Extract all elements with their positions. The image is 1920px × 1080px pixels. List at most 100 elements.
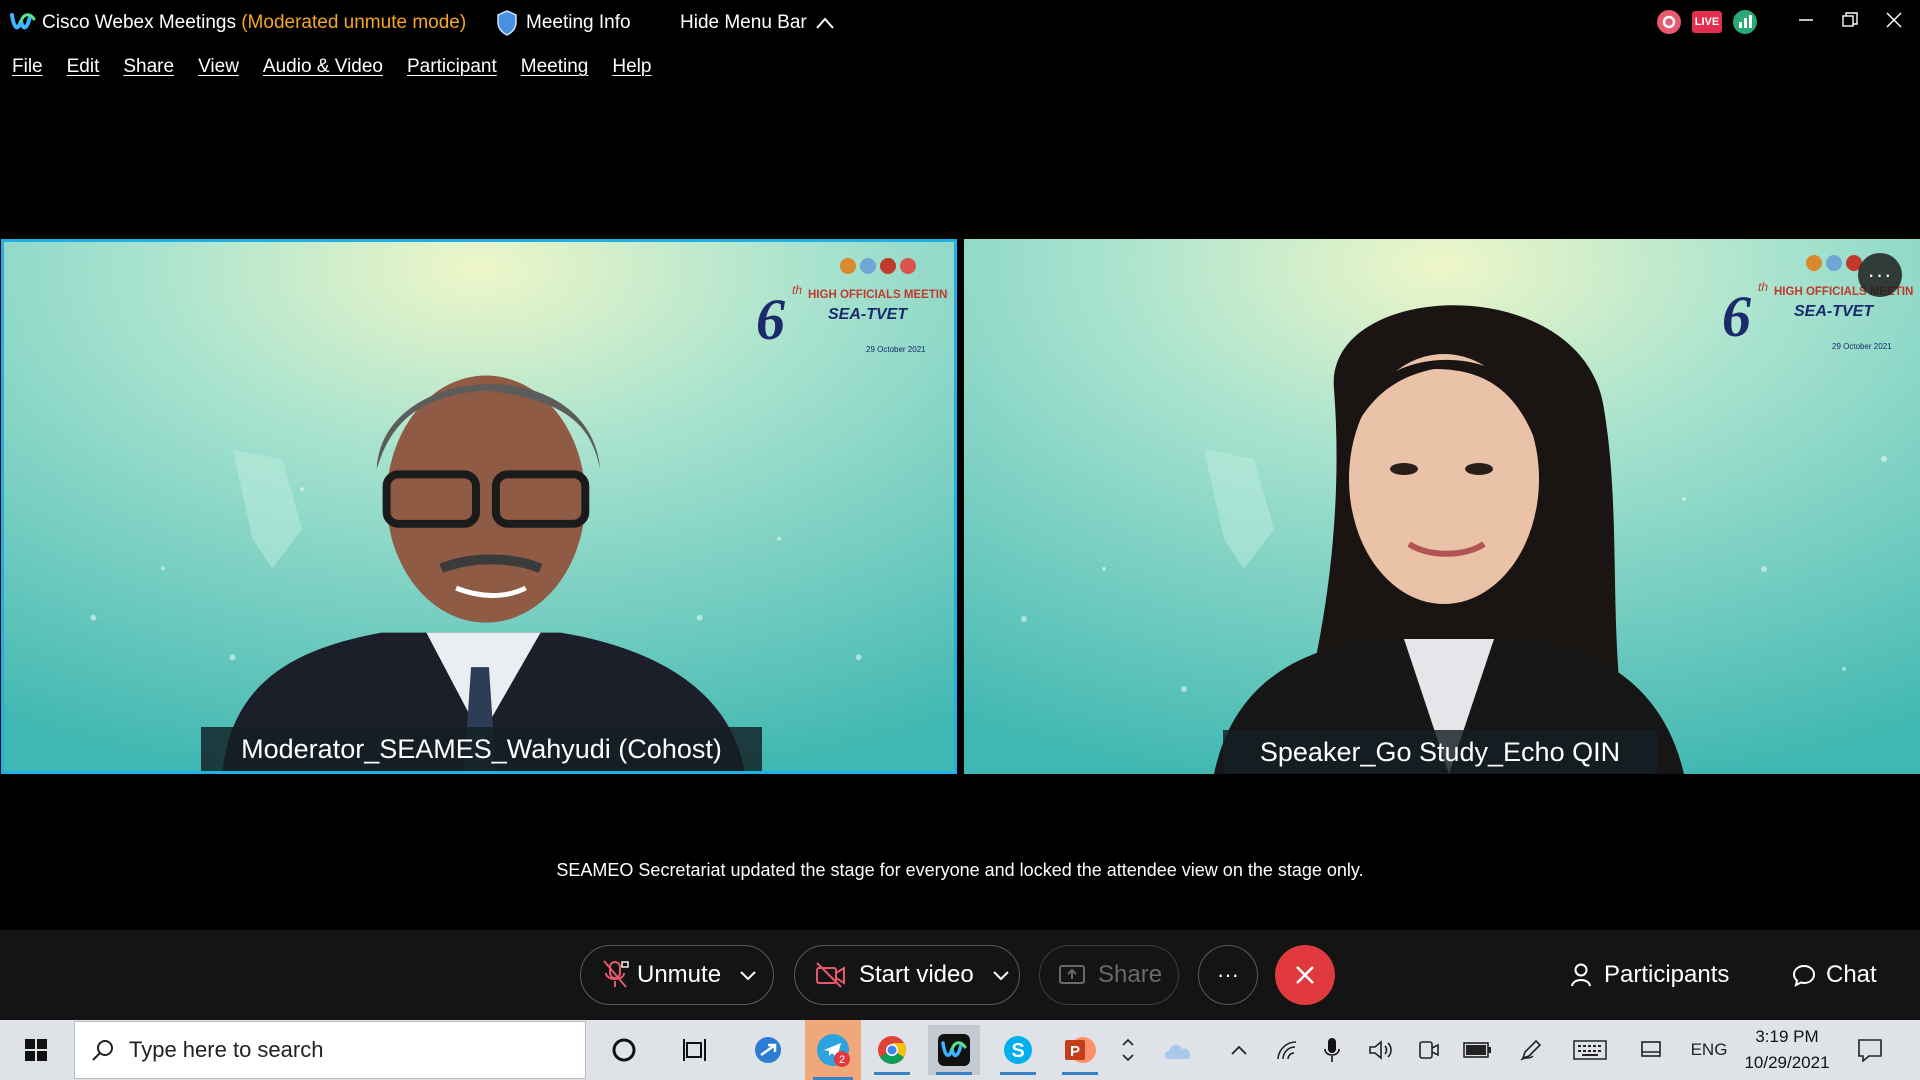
taskbar-app-chrome[interactable]: [866, 1025, 918, 1075]
live-icon[interactable]: LIVE: [1692, 11, 1722, 33]
taskbar-search-box[interactable]: Type here to search: [74, 1021, 586, 1079]
record-icon[interactable]: [1656, 9, 1682, 35]
app-running-indicator: [936, 1072, 972, 1075]
minimize-icon: [1799, 19, 1813, 21]
battery-tray[interactable]: [1460, 1020, 1496, 1080]
chevron-down-icon[interactable]: [739, 969, 757, 981]
keyboard-icon: [1573, 1040, 1607, 1060]
taskbar-app-remote[interactable]: [742, 1025, 794, 1075]
close-button[interactable]: [1872, 4, 1916, 36]
event-logo-date: 29 October 2021: [1832, 342, 1892, 351]
taskbar-app-telegram[interactable]: 2: [805, 1020, 861, 1080]
participants-label: Participants: [1604, 961, 1730, 988]
webex-icon: [938, 1034, 970, 1066]
minimize-button[interactable]: [1784, 4, 1828, 36]
remote-desktop-icon: [755, 1037, 781, 1063]
chrome-icon: [878, 1036, 906, 1064]
event-logo-number: 6: [1722, 284, 1751, 349]
title-bar: Cisco Webex Meetings (Moderated unmute m…: [0, 0, 1920, 46]
participants-button[interactable]: Participants: [1570, 954, 1729, 996]
participant-icon: [1571, 963, 1591, 987]
status-icons: LIVE: [1656, 9, 1758, 35]
windows-icon: [25, 1039, 47, 1061]
webex-logo-icon: [10, 13, 36, 30]
touch-keyboard-tray[interactable]: [1570, 1020, 1610, 1080]
tablet-mode-tray[interactable]: [1636, 1020, 1666, 1080]
menu-bar: File Edit Share View Audio & Video Parti…: [0, 52, 675, 82]
pen-icon: [1520, 1039, 1542, 1061]
network-tray[interactable]: [1272, 1020, 1302, 1080]
taskbar-clock[interactable]: 3:19 PM 10/29/2021: [1728, 1024, 1846, 1076]
pen-tray[interactable]: [1516, 1020, 1546, 1080]
event-logo-line2: SEA-TVET: [828, 306, 908, 323]
menu-audio-video[interactable]: Audio & Video: [263, 56, 383, 78]
show-hidden-icons-button[interactable]: [1224, 1020, 1254, 1080]
event-logo-number: 6: [756, 287, 785, 352]
video-tile-moderator[interactable]: 6 th HIGH OFFICIALS MEETING SEA-TVET 29 …: [1, 239, 957, 774]
meet-now-tray[interactable]: [1414, 1020, 1444, 1080]
event-logo-line1: HIGH OFFICIALS MEETING: [808, 289, 948, 301]
stage-notification: SEAMEO Secretariat updated the stage for…: [556, 860, 1364, 880]
telegram-badge: 2: [839, 1054, 845, 1066]
svg-text:S: S: [1011, 1040, 1024, 1062]
taskbar-app-webex[interactable]: [928, 1025, 980, 1075]
video-off-icon: [816, 962, 845, 988]
chat-label: Chat: [1826, 961, 1877, 988]
leave-meeting-button[interactable]: [1275, 945, 1335, 1005]
menu-file[interactable]: File: [12, 56, 43, 78]
stats-icon[interactable]: [1732, 9, 1758, 35]
notification-icon: [1858, 1039, 1882, 1062]
restore-icon: [1842, 12, 1858, 27]
cortana-button[interactable]: [598, 1025, 650, 1075]
telegram-icon: 2: [817, 1034, 850, 1067]
search-icon: [92, 1040, 113, 1061]
app-title: Cisco Webex Meetings (Moderated unmute m…: [42, 12, 466, 34]
meeting-info-button[interactable]: Meeting Info: [496, 9, 631, 37]
share-button[interactable]: Share: [1039, 945, 1179, 1005]
app-name: Cisco Webex Meetings: [42, 12, 236, 33]
chat-button[interactable]: Chat: [1792, 954, 1877, 996]
start-button[interactable]: [10, 1025, 62, 1075]
app-running-indicator: [874, 1072, 910, 1075]
volume-tray[interactable]: [1366, 1020, 1396, 1080]
unmute-button[interactable]: Unmute: [580, 945, 774, 1005]
nametag-speaker: Speaker_Go Study_Echo QIN: [1223, 730, 1657, 774]
chevron-up-icon: [1122, 1038, 1134, 1046]
shield-icon: [497, 10, 517, 36]
chevron-down-icon[interactable]: [992, 969, 1010, 981]
task-view-button[interactable]: [670, 1025, 722, 1075]
powerpoint-icon: P: [1065, 1037, 1096, 1063]
microphone-icon: [1324, 1038, 1340, 1062]
start-video-button[interactable]: Start video: [794, 945, 1020, 1005]
cloud-icon: [1164, 1045, 1191, 1059]
chevron-up-icon: [1231, 1045, 1247, 1055]
onedrive-tray[interactable]: [1158, 1020, 1198, 1080]
webex-window: Cisco Webex Meetings (Moderated unmute m…: [0, 0, 1920, 1080]
more-icon: ···: [1217, 962, 1239, 987]
unmute-label: Unmute: [637, 961, 722, 988]
video-tile-speaker[interactable]: 6 th HIGH OFFICIALS MEETING SEA-TVET 29 …: [964, 239, 1920, 774]
search-placeholder: Type here to search: [129, 1037, 324, 1062]
chevron-down-icon: [1122, 1054, 1134, 1062]
event-logo-line2: SEA-TVET: [1794, 303, 1874, 320]
menu-help[interactable]: Help: [612, 56, 651, 78]
restore-button[interactable]: [1828, 4, 1872, 36]
more-options-button[interactable]: ···: [1198, 945, 1258, 1005]
action-center-button[interactable]: [1850, 1020, 1890, 1080]
taskbar-app-skype[interactable]: S: [992, 1025, 1044, 1075]
hide-menu-bar-label: Hide Menu Bar: [680, 12, 807, 33]
menu-share[interactable]: Share: [123, 56, 174, 78]
tile-more-button[interactable]: ···: [1858, 253, 1902, 297]
video-call-icon: [1419, 1041, 1439, 1059]
cortana-icon: [612, 1038, 636, 1062]
menu-participant[interactable]: Participant: [407, 56, 497, 78]
hide-menu-bar-button[interactable]: Hide Menu Bar: [680, 9, 835, 37]
menu-view[interactable]: View: [198, 56, 239, 78]
microphone-tray[interactable]: [1318, 1020, 1346, 1080]
input-language[interactable]: ENG: [1684, 1020, 1734, 1080]
menu-meeting[interactable]: Meeting: [521, 56, 589, 78]
menu-edit[interactable]: Edit: [67, 56, 100, 78]
taskbar-scroll[interactable]: [1114, 1020, 1142, 1080]
clock-time: 3:19 PM: [1755, 1027, 1819, 1046]
taskbar-app-powerpoint[interactable]: P: [1054, 1025, 1106, 1075]
